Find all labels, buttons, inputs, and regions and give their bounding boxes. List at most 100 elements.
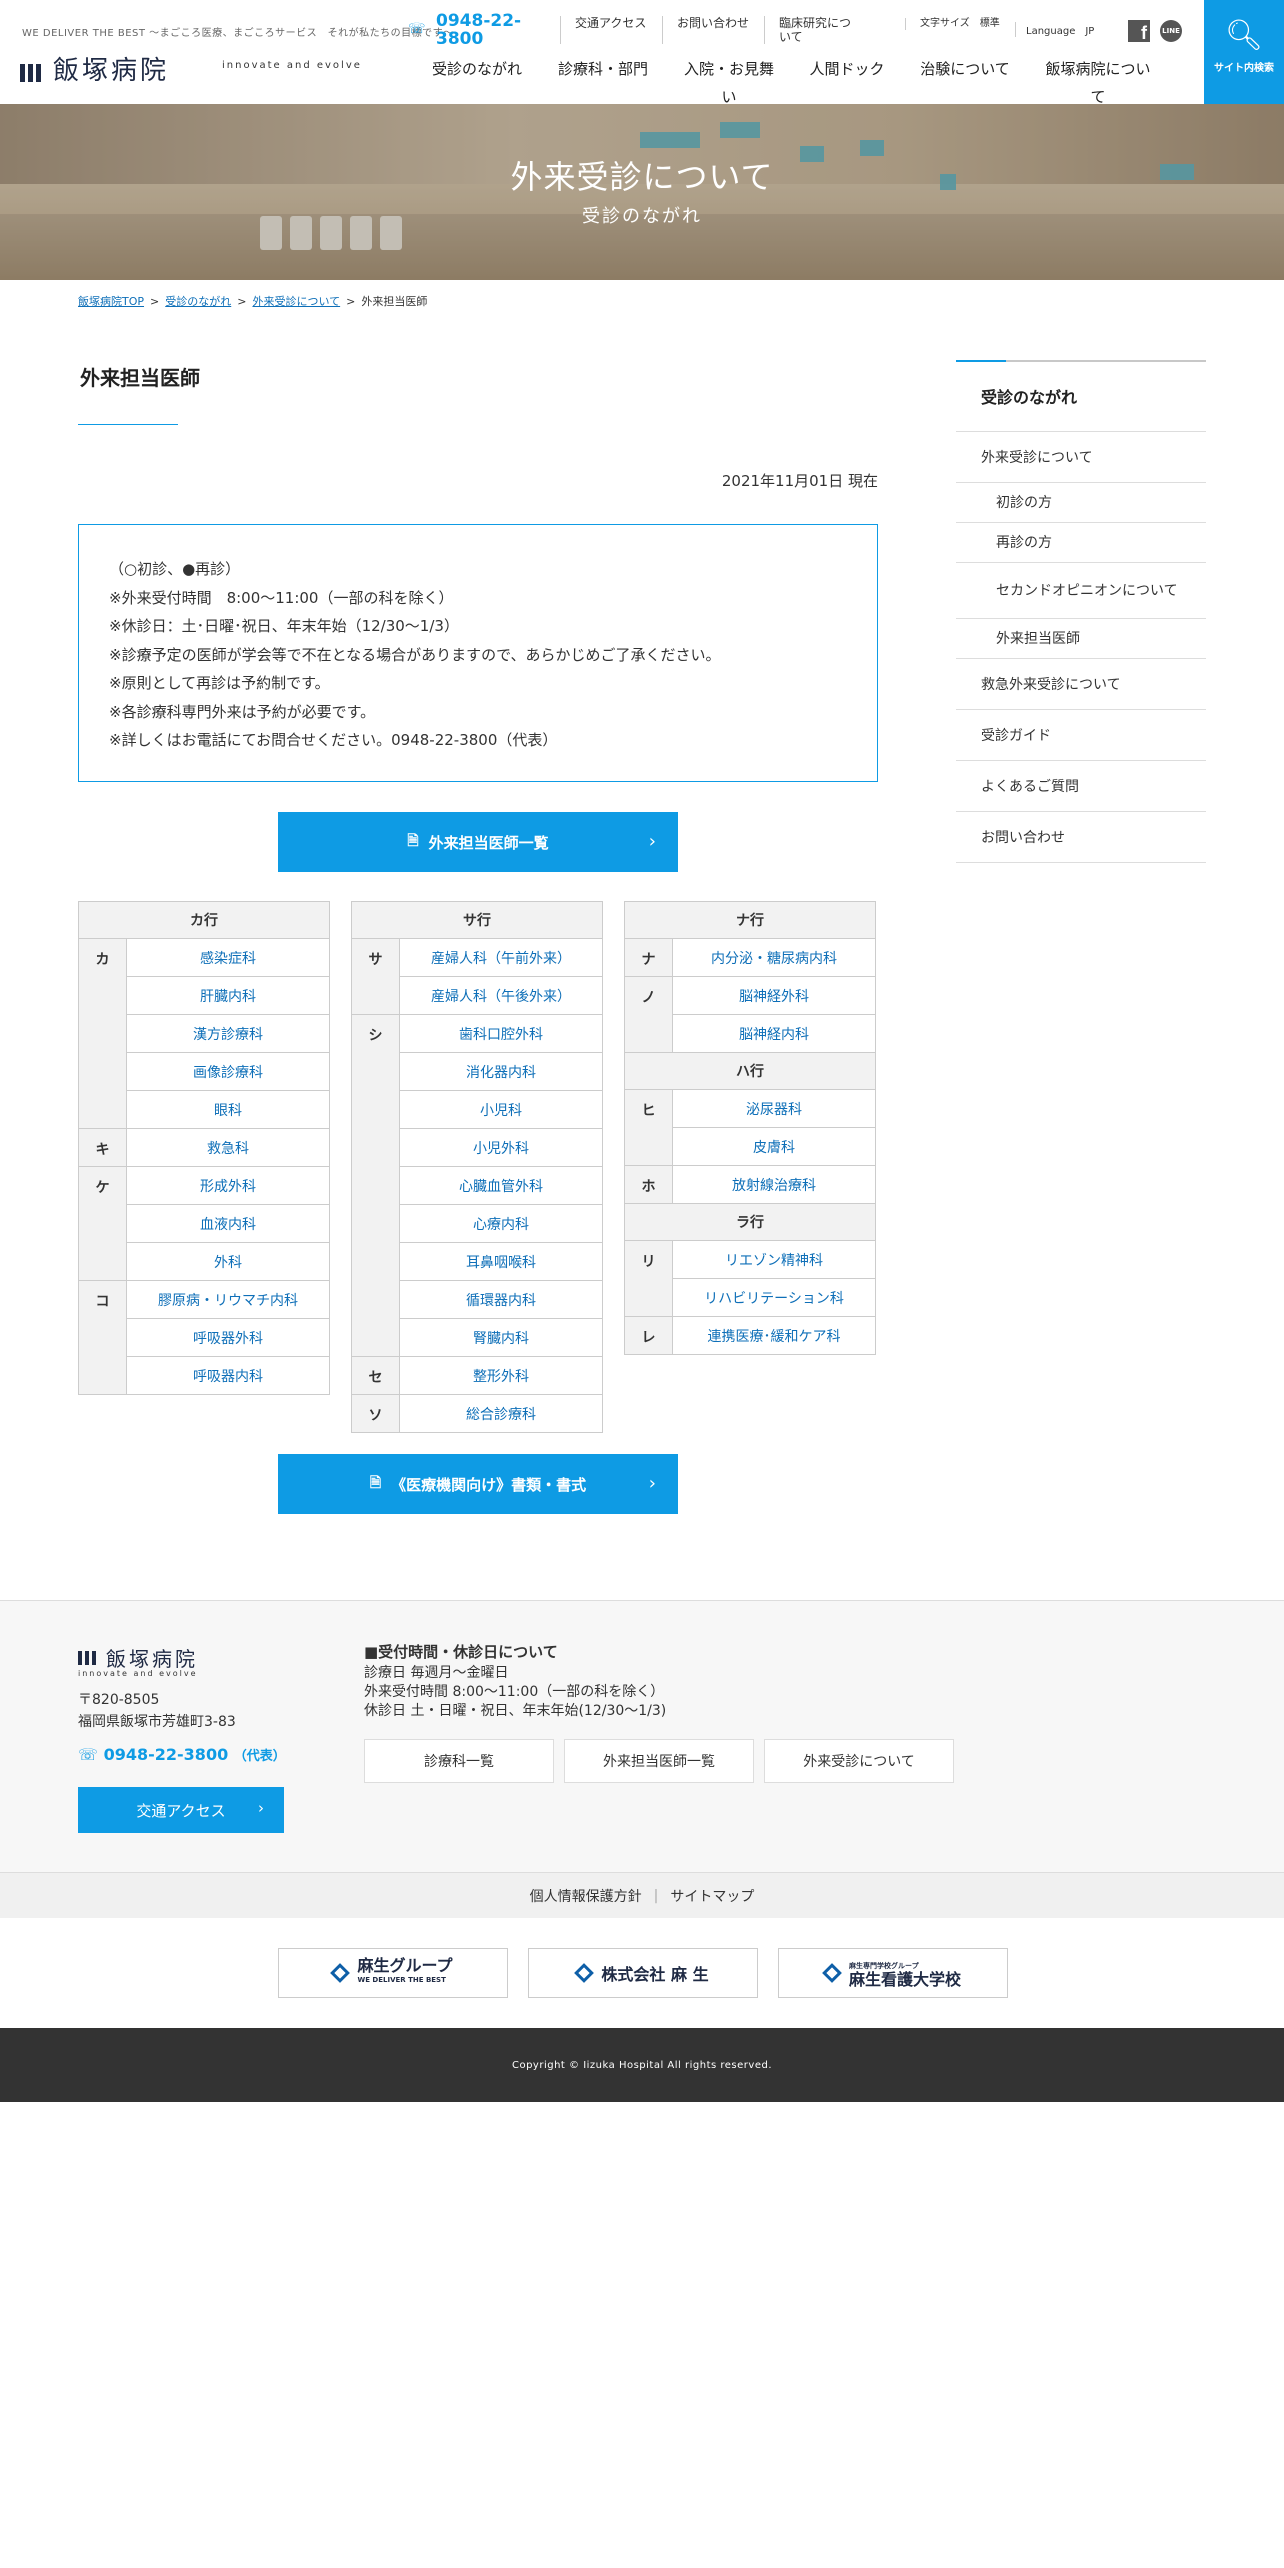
dept-link[interactable]: 心臓血管外科 xyxy=(399,1166,603,1205)
dept-link[interactable]: 皮膚科 xyxy=(672,1127,876,1166)
dept-link[interactable]: 歯科口腔外科 xyxy=(399,1014,603,1053)
dept-link[interactable]: 腎臓内科 xyxy=(399,1318,603,1357)
line-icon[interactable]: LINE xyxy=(1160,20,1182,42)
kana-label: カ xyxy=(78,938,127,1129)
footer-btn-doctors[interactable]: 外来担当医師一覧 xyxy=(564,1739,754,1783)
phone-icon: ☏ xyxy=(78,1745,99,1764)
postal-code: 〒820-8505 xyxy=(78,1692,160,1708)
dept-link[interactable]: 眼科 xyxy=(126,1090,330,1129)
notice-line: ※原則として再診は予約制です。 xyxy=(109,674,330,692)
footer-btn-departments[interactable]: 診療科一覧 xyxy=(364,1739,554,1783)
dept-link[interactable]: 画像診療科 xyxy=(126,1052,330,1091)
language-selector[interactable]: Language JP xyxy=(1015,22,1115,37)
dept-link[interactable]: 小児科 xyxy=(399,1090,603,1129)
header-phone[interactable]: ☏ 0948-22-3800 xyxy=(408,12,526,48)
dept-link[interactable]: リハビリテーション科 xyxy=(672,1278,876,1317)
nav-item-admission[interactable]: 入院・お見舞い xyxy=(666,55,792,111)
breadcrumb-outpatient[interactable]: 外来受診について xyxy=(252,295,340,308)
sidebar-item-first-visit[interactable]: 初診の方 xyxy=(956,483,1206,523)
top-link-research[interactable]: 臨床研究について xyxy=(764,16,866,44)
footer-access-button[interactable]: 交通アクセス › xyxy=(78,1787,284,1833)
kana-label: ヒ xyxy=(624,1089,673,1166)
sidebar-item-revisit[interactable]: 再診の方 xyxy=(956,523,1206,563)
sidebar-title: 受診のながれ xyxy=(956,360,1206,432)
nav-item-about[interactable]: 飯塚病院について xyxy=(1028,55,1168,111)
group-banner-nursing-college[interactable]: 麻生専門学校グループ 麻生看護大学校 xyxy=(778,1948,1008,1998)
sidebar-item-faq[interactable]: よくあるご質問 xyxy=(956,761,1206,812)
breadcrumb-home[interactable]: 飯塚病院TOP xyxy=(78,295,144,308)
dept-link[interactable]: 形成外科 xyxy=(126,1166,330,1205)
dept-table-header: ラ行 xyxy=(624,1203,876,1241)
nav-item-clinical-trial[interactable]: 治験について xyxy=(902,55,1028,111)
dept-link[interactable]: 泌尿器科 xyxy=(672,1089,876,1128)
footer-logo[interactable]: 飯塚病院 xyxy=(78,1643,198,1672)
dept-table-header: ナ行 xyxy=(624,901,876,939)
notice-line: ※外来受付時間 8:00～11:00（一部の科を除く） xyxy=(109,588,454,607)
dept-link[interactable]: 消化器内科 xyxy=(399,1052,603,1091)
sidebar-item-outpatient[interactable]: 外来受診について xyxy=(956,432,1206,483)
dept-link[interactable]: 漢方診療科 xyxy=(126,1014,330,1053)
site-logo[interactable]: 飯塚病院 xyxy=(20,50,169,87)
dept-table-na-ha-ra: ナ行 ナ内分泌・糖尿病内科 ノ脳神経外科 脳神経内科 ハ行 ヒ泌尿器科 皮膚科 … xyxy=(624,901,876,1355)
dept-link[interactable]: 肝臓内科 xyxy=(126,976,330,1015)
dept-table-header: ハ行 xyxy=(624,1052,876,1090)
sidebar: 受診のながれ 外来受診について 初診の方 再診の方 セカンドオピニオンについて … xyxy=(956,360,1206,863)
facebook-icon[interactable]: f xyxy=(1128,20,1150,43)
dept-link[interactable]: 外科 xyxy=(126,1242,330,1281)
dept-table-ka: カ行 カ感染症科 肝臓内科 漢方診療科 画像診療科 眼科 キ救急科 ケ形成外科 … xyxy=(78,901,330,1395)
group-banner-aso[interactable]: 麻生グループ WE DELIVER THE BEST xyxy=(278,1948,508,1998)
dept-link[interactable]: リエゾン精神科 xyxy=(672,1240,876,1279)
hours-line: 外来受付時間 8:00～11:00（一部の科を除く） xyxy=(364,1684,665,1700)
dept-link[interactable]: 救急科 xyxy=(126,1128,330,1167)
nav-item-dock[interactable]: 人間ドック xyxy=(792,55,902,111)
kana-label: サ xyxy=(351,938,400,1015)
dept-link[interactable]: 膠原病・リウマチ内科 xyxy=(126,1280,330,1319)
dept-link[interactable]: 内分泌・糖尿病内科 xyxy=(672,938,876,977)
logo-mark-icon xyxy=(20,56,41,82)
dept-link[interactable]: 整形外科 xyxy=(399,1356,603,1395)
dept-link[interactable]: 放射線治療科 xyxy=(672,1165,876,1204)
dept-link[interactable]: 感染症科 xyxy=(126,938,330,977)
document-icon: 🗎︎ xyxy=(407,833,419,849)
dept-table-header: サ行 xyxy=(351,901,603,939)
sidebar-item-emergency[interactable]: 救急外来受診について xyxy=(956,659,1206,710)
sidebar-item-guide[interactable]: 受診ガイド xyxy=(956,710,1206,761)
top-link-contact[interactable]: お問い合わせ xyxy=(662,16,764,44)
dept-link[interactable]: 脳神経外科 xyxy=(672,976,876,1015)
sidebar-item-contact[interactable]: お問い合わせ xyxy=(956,812,1206,863)
sidebar-item-doctors[interactable]: 外来担当医師 xyxy=(956,619,1206,659)
chevron-right-icon: › xyxy=(648,831,656,852)
nav-item-flow[interactable]: 受診のながれ xyxy=(414,55,540,111)
site-search-button[interactable]: 🔍︎ サイト内検索 xyxy=(1204,0,1284,104)
dept-link[interactable]: 呼吸器内科 xyxy=(126,1356,330,1395)
document-icon: 🗎︎ xyxy=(369,1475,382,1491)
dept-link[interactable]: 連携医療･緩和ケア科 xyxy=(672,1316,876,1355)
dept-link[interactable]: 耳鼻咽喉科 xyxy=(399,1242,603,1281)
aso-logo-icon xyxy=(574,1963,595,1983)
sidebar-item-second-opinion[interactable]: セカンドオピニオンについて xyxy=(956,563,1206,619)
dept-link[interactable]: 総合診療科 xyxy=(399,1394,603,1433)
top-link-access[interactable]: 交通アクセス xyxy=(560,16,662,44)
dept-link[interactable]: 脳神経内科 xyxy=(672,1014,876,1053)
group-banner-aso-corp[interactable]: 株式会社 麻 生 xyxy=(528,1948,758,1998)
aso-logo-icon xyxy=(330,1963,351,1983)
dept-link[interactable]: 産婦人科（午後外来） xyxy=(399,976,603,1015)
dept-link[interactable]: 心療内科 xyxy=(399,1204,603,1243)
logo-mark-icon xyxy=(78,1650,96,1665)
doctor-list-button[interactable]: 🗎︎ 外来担当医師一覧 › xyxy=(278,812,678,872)
footer-phone[interactable]: ☏ 0948-22-3800 （代表） xyxy=(78,1745,286,1764)
medical-institution-forms-button[interactable]: 🗎︎ 《医療機関向け》書類・書式 › xyxy=(278,1454,678,1514)
nav-item-departments[interactable]: 診療科・部門 xyxy=(540,55,666,111)
footer-btn-outpatient[interactable]: 外来受診について xyxy=(764,1739,954,1783)
font-size-selector[interactable]: 文字サイズ 標準 xyxy=(905,18,1011,30)
tagline: WE DELIVER THE BEST ～まごころ医療、まごころサービス それが… xyxy=(22,28,454,39)
sitemap-link[interactable]: サイトマップ xyxy=(670,1886,754,1906)
breadcrumb-flow[interactable]: 受診のながれ xyxy=(165,295,231,308)
privacy-policy-link[interactable]: 個人情報保護方針 xyxy=(530,1886,642,1906)
dept-link[interactable]: 循環器内科 xyxy=(399,1280,603,1319)
site-search-label: サイト内検索 xyxy=(1214,63,1274,74)
dept-link[interactable]: 産婦人科（午前外来） xyxy=(399,938,603,977)
dept-link[interactable]: 呼吸器外科 xyxy=(126,1318,330,1357)
dept-link[interactable]: 小児外科 xyxy=(399,1128,603,1167)
dept-link[interactable]: 血液内科 xyxy=(126,1204,330,1243)
